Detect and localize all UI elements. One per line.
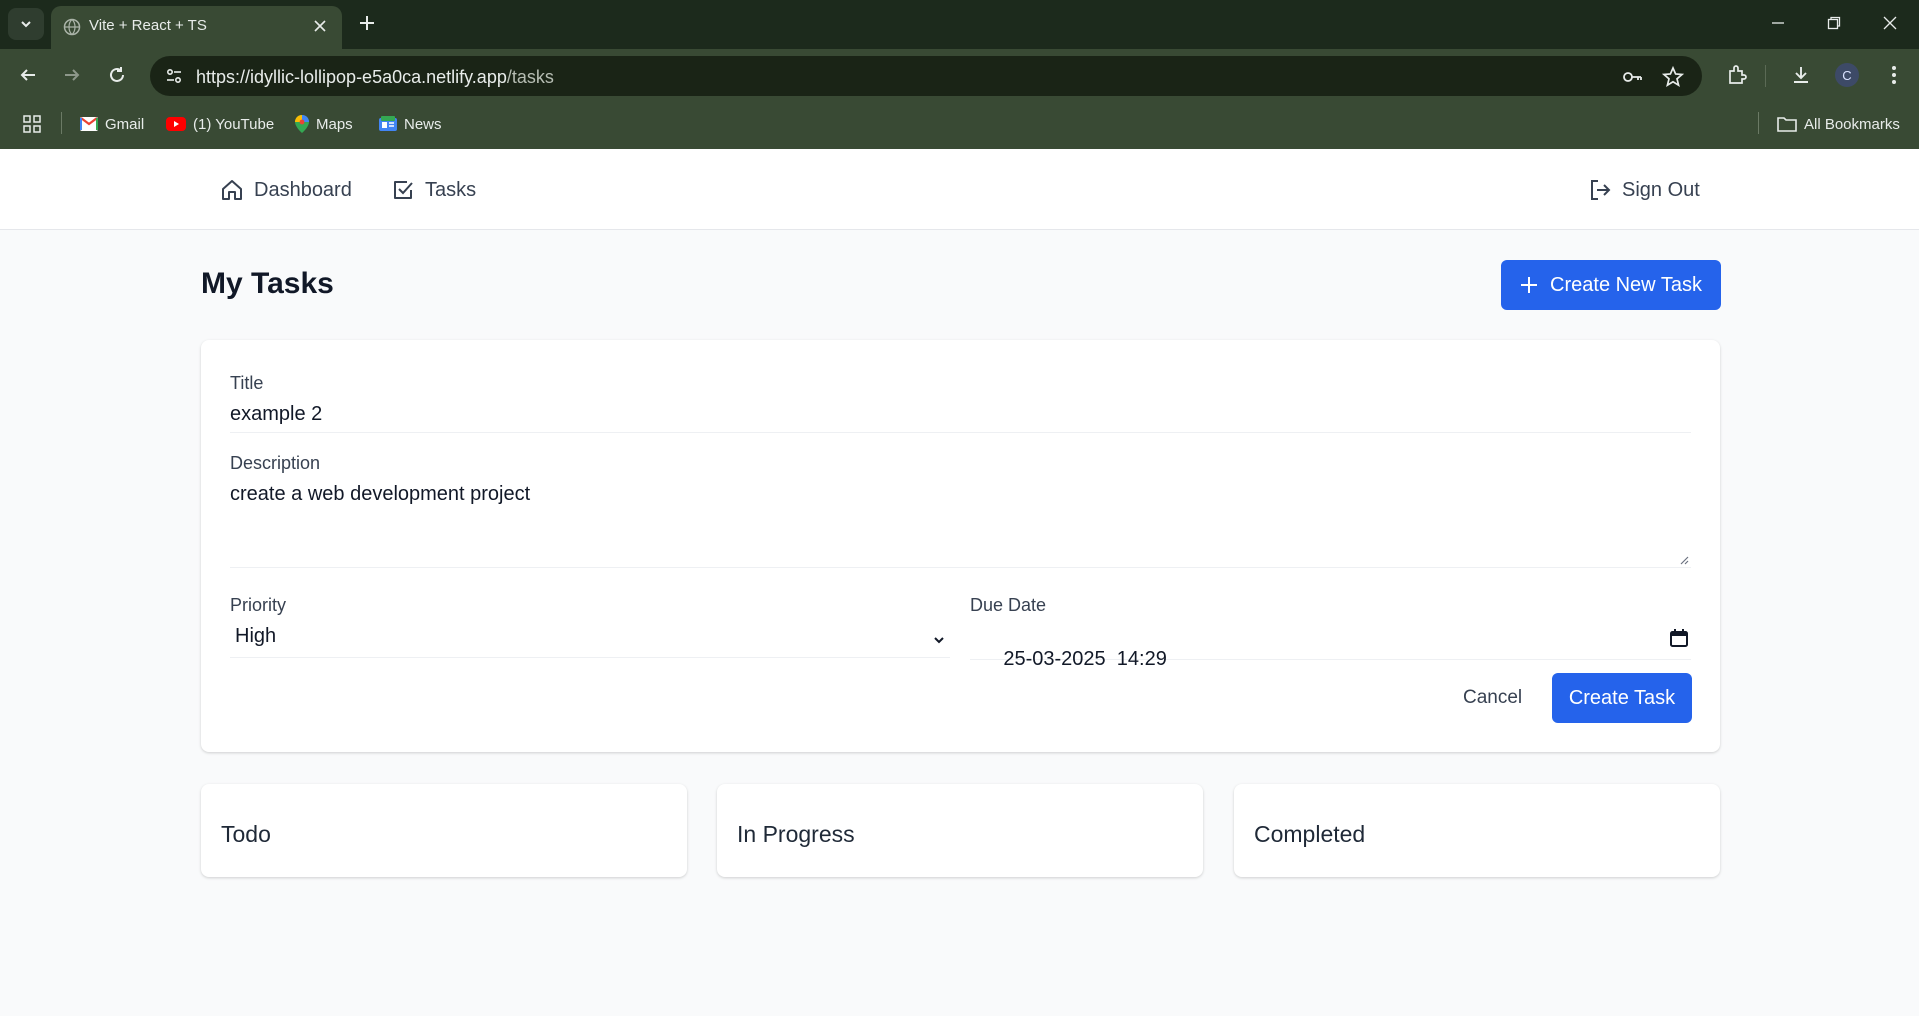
close-window-button[interactable] [1862,0,1918,46]
description-textarea[interactable]: create a web development project [230,483,1691,568]
close-icon [1883,16,1897,30]
sign-out-button[interactable]: Sign Out [1588,177,1700,203]
nav-dashboard-label: Dashboard [254,178,352,201]
arrow-right-icon [65,69,80,81]
create-task-button[interactable]: Create Task [1552,673,1692,723]
nav-dashboard-link[interactable]: Dashboard [220,177,352,203]
bookmark-maps[interactable]: Maps [295,113,353,135]
title-label: Title [230,373,264,393]
create-new-task-label: Create New Task [1550,273,1702,296]
forward-button[interactable] [57,60,87,90]
globe-icon [63,18,81,36]
column-todo: Todo [201,784,687,877]
password-key-icon[interactable] [1620,65,1644,89]
sign-out-label: Sign Out [1622,178,1700,201]
nav-tasks-label: Tasks [425,178,477,201]
bookmark-label: News [404,115,442,133]
bookmark-label: (1) YouTube [193,115,275,133]
new-tab-button[interactable] [353,9,381,37]
calendar-icon[interactable] [1669,628,1689,648]
app-navbar: Dashboard Tasks Sign Out [0,149,1919,230]
column-in-progress: In Progress [717,784,1203,877]
tab-title: Vite + React + TS [89,17,207,34]
minimize-button[interactable] [1750,0,1806,46]
toolbar-divider [1765,65,1766,87]
app-viewport: Dashboard Tasks Sign Out My Tasks Create… [0,149,1919,1016]
home-icon [222,180,242,200]
bookmarks-divider [1758,112,1759,134]
tab-search-button[interactable] [8,8,44,40]
new-task-form: Title example 2 Description create a web… [201,340,1720,752]
site-info-icon[interactable] [160,63,188,89]
bookmark-gmail[interactable]: Gmail [80,113,144,135]
column-title: Completed [1254,821,1366,847]
url-text[interactable]: https://idyllic-lollipop-e5a0ca.netlify.… [196,67,554,88]
bookmark-star-icon[interactable] [1661,65,1685,89]
arrow-left-icon [20,69,35,81]
description-label: Description [230,453,321,473]
reload-icon [110,67,124,82]
description-value: create a web development project [230,483,531,505]
bookmarks-bar: Gmail (1) YouTube Maps News All Bookmark… [0,99,1919,149]
plus-icon [1521,277,1538,293]
column-title: In Progress [737,821,855,847]
tab-close-icon[interactable] [310,16,330,36]
extensions-icon[interactable] [1723,61,1751,89]
bookmark-youtube[interactable]: (1) YouTube [166,113,274,135]
maps-icon [295,115,309,133]
chevron-down-icon [21,21,31,28]
nav-tasks-link[interactable]: Tasks [391,177,476,203]
download-icon[interactable] [1787,61,1815,89]
reload-button[interactable] [102,60,132,90]
apps-grid-icon[interactable] [23,113,41,135]
column-title: Todo [221,821,271,847]
priority-value: High [235,625,277,647]
url-host: https://idyllic-lollipop-e5a0ca.netlify.… [196,67,507,87]
plus-icon [360,16,374,30]
youtube-icon [166,117,186,131]
menu-kebab-icon[interactable] [1880,61,1908,89]
resize-handle-icon[interactable] [1679,555,1689,565]
restore-button[interactable] [1806,0,1862,46]
logout-icon [1591,180,1611,200]
back-button[interactable] [13,60,43,90]
all-bookmarks-label: All Bookmarks [1804,115,1900,133]
gmail-icon [80,117,98,131]
browser-tab-strip: Vite + React + TS [0,0,1919,49]
cancel-button[interactable]: Cancel [1463,687,1522,709]
chevron-down-icon [934,637,944,644]
profile-avatar[interactable]: C [1835,63,1859,87]
priority-label: Priority [230,595,287,615]
column-completed: Completed [1234,784,1720,877]
create-task-label: Create Task [1568,686,1676,709]
browser-tab-active[interactable]: Vite + React + TS [51,6,342,49]
browser-toolbar: https://idyllic-lollipop-e5a0ca.netlify.… [0,49,1919,99]
address-bar[interactable]: https://idyllic-lollipop-e5a0ca.netlify.… [150,56,1702,96]
title-input[interactable]: example 2 [230,403,1691,433]
due-date-label: Due Date [970,595,1047,615]
due-date-value: 25-03-2025 14:29 [1003,648,1167,670]
restore-icon [1827,16,1841,30]
create-new-task-button[interactable]: Create New Task [1501,260,1721,310]
minimize-icon [1772,22,1784,24]
bookmark-news[interactable]: News [379,113,442,135]
url-path: /tasks [506,67,554,87]
bookmark-label: Maps [316,115,353,133]
due-date-input[interactable]: 25-03-2025 14:29 [970,625,1691,670]
priority-select[interactable]: High [230,625,950,658]
checkbox-icon [394,181,413,199]
all-bookmarks-button[interactable]: All Bookmarks [1777,113,1900,135]
folder-icon [1777,117,1797,132]
page-title: My Tasks [201,267,334,300]
bookmarks-divider [61,112,62,134]
news-icon [379,116,397,131]
bookmark-label: Gmail [105,115,145,133]
